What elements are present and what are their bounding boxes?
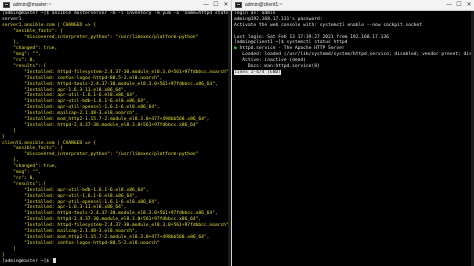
line-text: Activate the web console with: systemctl…	[234, 22, 423, 28]
line-text: "Installed: apr-util-openssl-1.6.1-6.el8…	[2, 199, 160, 205]
close-icon[interactable]: ✕	[221, 0, 231, 10]
line-text: server1	[2, 16, 22, 22]
line-text: "rc": 0,	[2, 58, 36, 64]
close-icon[interactable]: ✕	[464, 0, 474, 10]
line-text: Active: inactive (dead)	[234, 58, 306, 64]
terminal-line: [admin@master ~]$	[2, 258, 229, 264]
line-text: "Installed: mod_http2-1.15.7-2.module_el…	[2, 234, 210, 240]
line-text: "Installed: httpd-tools-2.4.37-30.module…	[2, 211, 218, 217]
line-text: "ansible_facts": {	[2, 28, 63, 34]
line-text: "discovered_interpreter_python": "/usr/l…	[2, 34, 199, 40]
left-terminal-output[interactable]: [admin@master ~]$ ansible masterserver -…	[2, 11, 229, 266]
line-text: Loaded: loaded (/usr/lib/systemd/system/…	[234, 52, 472, 58]
terminal-line: [admin@master ~]$ ansible masterserver -…	[2, 11, 229, 17]
maximize-icon[interactable]: ☐	[454, 0, 464, 10]
line-text: Docs: man:httpd.service(8)	[234, 64, 320, 70]
line-text: }	[2, 134, 5, 140]
terminal-line: "discovered_interpreter_python": "/usr/l…	[2, 35, 229, 41]
left-scrollbar[interactable]	[228, 11, 231, 266]
line-text: "Installed: mailcap-2.1.48-3.el8.noarch"…	[2, 228, 138, 234]
line-text: "Installed: apr-util-openssl-1.6.1-6.el8…	[2, 105, 160, 111]
line-text: "discovered_interpreter_python": "/usr/l…	[2, 152, 199, 158]
line-text: "Installed: apr-util-1.6.1-6.el8.x86_64"…	[2, 93, 138, 99]
line-text: "Installed: httpd-tools-2.4.37-30.module…	[2, 81, 218, 87]
line-text: "Installed: apr-util-bdb-1.6.1-6.el8.x86…	[2, 187, 149, 193]
line-text: "Installed: centos-logos-httpd-80.5-2.el…	[2, 240, 160, 246]
line-text: "Installed: apr-1.6.3-11.el8.x86_64",	[2, 87, 127, 93]
left-terminal-window[interactable]: admin@master:~ — ☐ ✕ [admin@master ~]$ a…	[0, 0, 232, 266]
right-terminal-window[interactable]: admin@client1:~ — ☐ ✕ login as: admin adm…	[232, 0, 474, 266]
line-text: "msg": "",	[2, 52, 41, 58]
line-text: "changed": true,	[2, 46, 58, 52]
minimize-icon[interactable]: —	[444, 0, 454, 10]
right-window-title: admin@client1:~	[245, 2, 283, 8]
line-text: "Installed: centos-logos-httpd-80.5-2.el…	[2, 75, 163, 81]
terminal-icon	[3, 2, 10, 8]
line-text: },	[2, 158, 19, 164]
left-window-title: admin@master:~	[13, 2, 52, 8]
pager-status: lines 1-4/4 (END)	[234, 69, 282, 75]
line-text: login as: admin	[234, 11, 276, 16]
maximize-icon[interactable]: ☐	[211, 0, 221, 10]
line-text: }	[2, 252, 5, 258]
left-title-bar[interactable]: admin@master:~ — ☐ ✕	[0, 0, 231, 11]
terminal-line: "Installed: httpd-2.4.37-30.module_el8.3…	[2, 123, 229, 129]
line-text: [admin@master ~]$ ansible masterserver -…	[2, 11, 229, 16]
line-text: "Installed: mod_http2-1.15.7-2.module_el…	[2, 117, 210, 123]
line-text: ]	[2, 246, 16, 252]
line-text: "Installed: mailcap-2.1.48-3.el8.noarch"…	[2, 111, 138, 117]
line-text: "Installed: httpd-filesystem-2.4.37-30.m…	[2, 69, 229, 75]
line-text: "Installed: apr-util-bdb-1.6.1-6.el8.x86…	[2, 99, 149, 105]
terminal-line: lines 1-4/4 (END)	[234, 69, 472, 76]
line-text: "rc": 0,	[2, 175, 36, 181]
line-text: "Installed: httpd-2.4.37-30.module_el8.3…	[2, 217, 202, 223]
minimize-icon[interactable]: —	[201, 0, 211, 10]
line-text: [admin@client1 ~]$ systemctl status http…	[234, 40, 348, 46]
terminal-icon	[235, 2, 242, 8]
line-text: "Installed: apr-1.6.3-11.el8.x86_64",	[2, 205, 127, 211]
line-text: ]	[2, 128, 16, 134]
right-terminal-output[interactable]: login as: admin admin@192.168.17.131's pa…	[234, 11, 472, 266]
line-text: "results": [	[2, 64, 47, 70]
line-text: client1.ansible.com | CHANGED => {	[2, 140, 97, 146]
line-text: Last login: Sat Feb 13 17:39:27 2021 fro…	[234, 34, 389, 40]
line-text: "msg": "",	[2, 170, 41, 176]
line-text: "changed": true,	[2, 164, 58, 170]
line-text: "ansible_facts": {	[2, 146, 63, 152]
line-text: "Installed: httpd-filesystem-2.4.37-30.m…	[2, 223, 229, 229]
right-title-bar[interactable]: admin@client1:~ — ☐ ✕	[232, 0, 474, 11]
line-text: "Installed: httpd-2.4.37-30.module_el8.3…	[2, 122, 199, 128]
line-text: "results": [	[2, 181, 47, 187]
line-text: httpd.service - The Apache HTTP Server	[236, 46, 345, 52]
line-text: },	[2, 40, 19, 46]
line-text: admin@192.168.17.131's password:	[234, 16, 323, 22]
line-text: server1.ansible.com | CHANGED => {	[2, 22, 97, 28]
line-text: [admin@master ~]$	[2, 259, 52, 265]
terminal-line: "discovered_interpreter_python": "/usr/l…	[2, 152, 229, 158]
line-text: "Installed: apr-util-1.6.1-6.el8.x86_64"…	[2, 193, 138, 199]
